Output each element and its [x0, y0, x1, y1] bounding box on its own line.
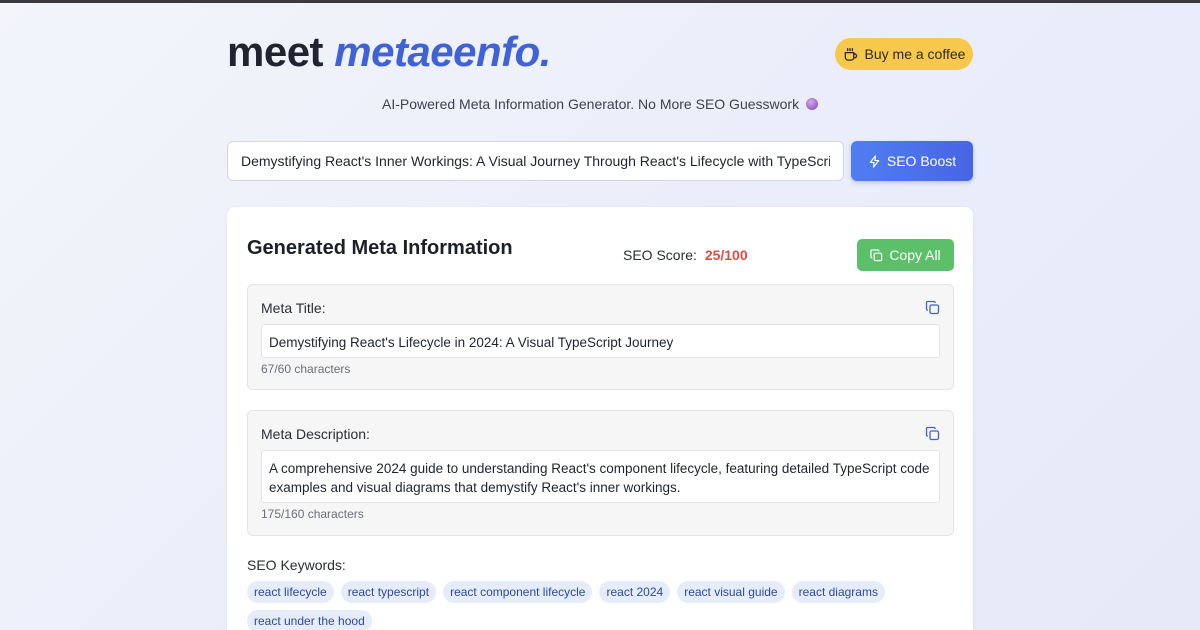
- keyword-tag[interactable]: react visual guide: [677, 581, 785, 603]
- seo-keywords-list: react lifecycle react typescript react c…: [247, 581, 887, 630]
- brand-name: metaeenfo.: [334, 28, 551, 75]
- seo-score: SEO Score: 25/100: [623, 247, 748, 263]
- topic-input[interactable]: [227, 141, 844, 181]
- seo-score-label: SEO Score:: [623, 247, 697, 263]
- copy-meta-title-icon[interactable]: [925, 300, 940, 315]
- crystal-ball-icon: [805, 98, 818, 110]
- keyword-tag[interactable]: react lifecycle: [247, 581, 334, 603]
- tagline: AI-Powered Meta Information Generator. N…: [0, 96, 1200, 112]
- meta-title-count: 67/60 characters: [261, 362, 351, 376]
- meta-description-field[interactable]: A comprehensive 2024 guide to understand…: [261, 450, 940, 503]
- seo-keywords-label: SEO Keywords:: [247, 557, 346, 573]
- brand-logo: meet metaeenfo.: [227, 28, 551, 76]
- keyword-tag[interactable]: react typescript: [340, 581, 437, 603]
- copy-meta-description-icon[interactable]: [925, 426, 940, 441]
- seo-boost-button[interactable]: SEO Boost: [851, 141, 973, 181]
- keyword-tag[interactable]: react diagrams: [791, 581, 885, 603]
- buy-coffee-label: Buy me a coffee: [864, 46, 966, 62]
- seo-score-value: 25/100: [704, 247, 748, 263]
- meta-title-section: Meta Title: Demystifying React's Lifecyc…: [247, 284, 954, 390]
- coffee-cup-icon: [844, 47, 857, 61]
- meta-title-label: Meta Title:: [261, 300, 326, 316]
- lightning-icon: [869, 154, 880, 168]
- meta-title-field[interactable]: Demystifying React's Lifecycle in 2024: …: [261, 324, 940, 358]
- copy-all-label: Copy All: [889, 247, 941, 263]
- result-card: Generated Meta Information SEO Score: 25…: [227, 207, 973, 630]
- window-top-border: [0, 0, 1200, 3]
- brand-prefix: meet: [227, 28, 324, 75]
- seo-boost-label: SEO Boost: [886, 153, 957, 169]
- meta-description-section: Meta Description: A comprehensive 2024 g…: [247, 410, 954, 536]
- result-heading: Generated Meta Information: [247, 237, 513, 259]
- buy-coffee-button[interactable]: Buy me a coffee: [835, 38, 973, 70]
- copy-all-button[interactable]: Copy All: [857, 239, 954, 271]
- keyword-tag[interactable]: react under the hood: [247, 610, 372, 630]
- tagline-text: AI-Powered Meta Information Generator. N…: [382, 96, 800, 112]
- meta-description-label: Meta Description:: [261, 426, 370, 442]
- meta-description-count: 175/160 characters: [261, 507, 364, 521]
- keyword-tag[interactable]: react 2024: [599, 581, 671, 603]
- copy-icon: [870, 248, 883, 261]
- keyword-tag[interactable]: react component lifecycle: [443, 581, 593, 603]
